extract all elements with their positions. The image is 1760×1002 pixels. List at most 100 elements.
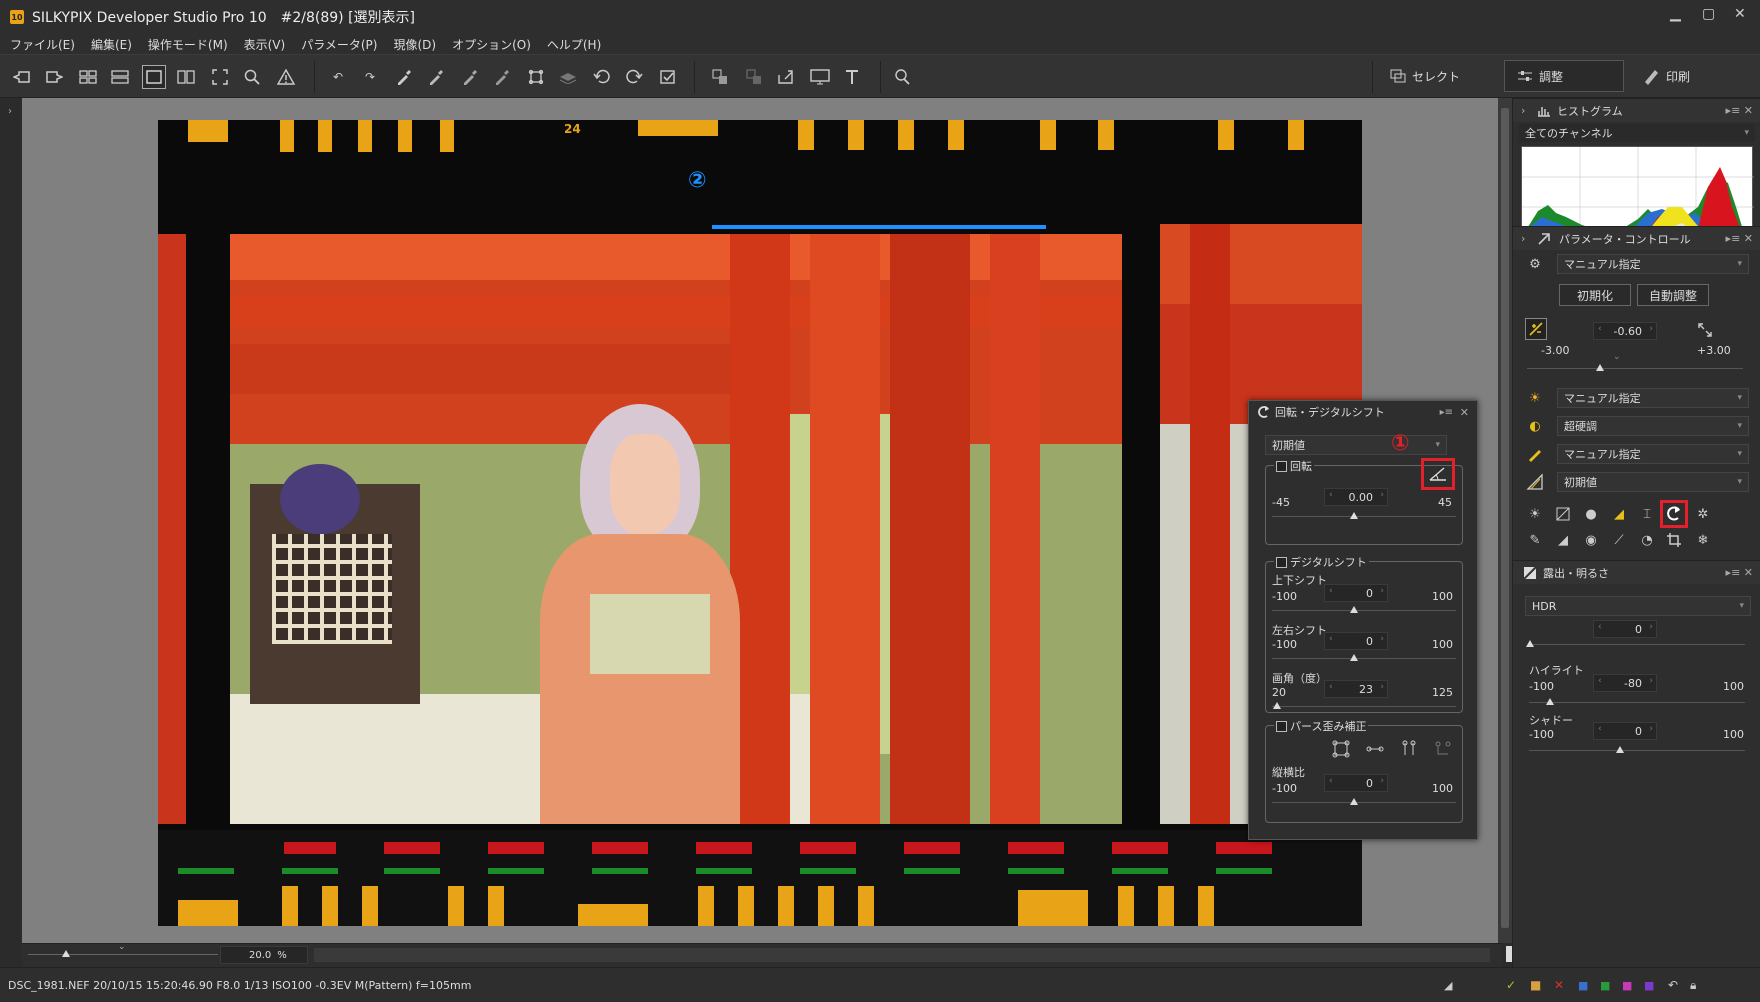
prev-image-icon[interactable] — [10, 65, 34, 89]
color-tool-icon[interactable]: ● — [1581, 504, 1601, 524]
brush-param-icon[interactable] — [490, 65, 514, 89]
rotate-tool-icon[interactable] — [1664, 504, 1684, 524]
zoom-slider[interactable] — [28, 954, 218, 955]
menu-mode[interactable]: 操作モード(M) — [148, 36, 228, 53]
view-angle-input[interactable]: ‹ 23 › — [1324, 680, 1388, 698]
menu-option[interactable]: オプション(O) — [452, 36, 531, 53]
highlight-slider[interactable] — [1529, 702, 1745, 703]
warning-icon[interactable] — [274, 65, 298, 89]
menu-develop[interactable]: 現像(D) — [393, 36, 436, 53]
batch-develop-icon[interactable] — [742, 65, 766, 89]
mode-select-tab[interactable]: セレクト — [1378, 60, 1498, 92]
histogram-panel-header[interactable]: › ヒストグラム ▸≡ ✕ — [1513, 98, 1760, 122]
rotate-slider-knob[interactable] — [1350, 512, 1358, 519]
rotate-slider[interactable] — [1272, 516, 1456, 517]
highlight-slider-knob[interactable] — [1546, 698, 1554, 705]
menu-file[interactable]: ファイル(E) — [10, 36, 75, 53]
reject-mark-icon[interactable]: ✕ — [1554, 978, 1564, 992]
exposure-bias-icon[interactable] — [1525, 318, 1547, 340]
trim-tool-icon[interactable]: ⌶ — [1637, 504, 1657, 524]
vertical-shift-knob[interactable] — [1350, 606, 1358, 613]
vertical-shift-input[interactable]: ‹ 0 › — [1324, 584, 1388, 602]
horizon-align-icon[interactable] — [1428, 464, 1448, 484]
pipette-icon[interactable] — [392, 65, 416, 89]
fullscreen-icon[interactable] — [208, 65, 232, 89]
digital-shift-checkbox[interactable] — [1276, 556, 1287, 568]
aspect-ratio-knob[interactable] — [1350, 798, 1358, 805]
undo-icon[interactable]: ↶ — [326, 65, 350, 89]
exposure-slider-knob[interactable] — [1596, 364, 1604, 371]
exposure-slider[interactable] — [1527, 368, 1743, 369]
retouch-tool-icon[interactable]: ✎ — [1525, 530, 1545, 550]
histogram-channel-select[interactable]: 全てのチャンネル ▾ — [1519, 124, 1755, 142]
panel-menu-icon[interactable]: ▸≡ ✕ — [1726, 566, 1753, 579]
menu-edit[interactable]: 編集(E) — [91, 36, 132, 53]
hdr-value-input[interactable]: ‹ 0 › — [1593, 620, 1657, 638]
color-label-blue-icon[interactable]: ■ — [1578, 979, 1588, 992]
left-collapse-strip[interactable]: › — [0, 98, 22, 967]
color-label-green-icon[interactable]: ■ — [1600, 979, 1610, 992]
copy-param-icon[interactable] — [424, 65, 448, 89]
gradient-tool-icon[interactable]: ◢ — [1553, 530, 1573, 550]
mode-print-tab[interactable]: 印刷 — [1630, 60, 1750, 92]
menu-help[interactable]: ヘルプ(H) — [547, 36, 601, 53]
noise-reduction-select[interactable]: 初期値 ▾ — [1557, 472, 1749, 492]
color-label-pink-icon[interactable]: ■ — [1622, 979, 1632, 992]
expand-icon[interactable] — [1695, 320, 1715, 340]
list-view-icon[interactable] — [108, 65, 132, 89]
parameter-control-header[interactable]: › パラメータ・コントロール ▸≡ ✕ — [1513, 226, 1760, 250]
grid-view-icon[interactable] — [76, 65, 100, 89]
perspective-corner-icon[interactable] — [1332, 740, 1350, 758]
horizontal-shift-slider[interactable] — [1272, 658, 1456, 659]
sharpen-tool-icon[interactable]: ◢ — [1609, 504, 1629, 524]
auto-adjust-button[interactable]: 自動調整 — [1637, 284, 1709, 306]
panel-menu-icon[interactable]: ▸≡ ✕ — [1726, 232, 1753, 245]
dialog-title-bar[interactable]: 回転・デジタルシフト ▸≡ ✕ — [1249, 401, 1477, 423]
rotate-right-icon[interactable] — [622, 65, 646, 89]
develop-status-icon[interactable]: ◢ — [1444, 979, 1452, 992]
menu-parameter[interactable]: パラメータ(P) — [301, 36, 377, 53]
checkbox-icon[interactable] — [656, 65, 680, 89]
aspect-ratio-slider[interactable] — [1272, 802, 1456, 803]
zoom-icon[interactable] — [240, 65, 264, 89]
zoom-slider-knob[interactable] — [62, 950, 70, 957]
rotate-checkbox[interactable] — [1276, 460, 1287, 472]
shadow-slider[interactable] — [1529, 750, 1745, 751]
undo-mark-icon[interactable]: ↶ — [1668, 978, 1678, 992]
param-preset-select[interactable]: マニュアル指定 ▾ — [1557, 254, 1749, 274]
compare-view-icon[interactable] — [174, 65, 198, 89]
panel-menu-icon[interactable]: ▸≡ ✕ — [1726, 104, 1753, 117]
minimize-button[interactable]: ▁ — [1670, 6, 1681, 22]
view-angle-slider[interactable] — [1272, 706, 1456, 707]
paste-param-icon[interactable] — [458, 65, 482, 89]
curve-tool-icon[interactable] — [1553, 504, 1573, 524]
exposure-panel-header[interactable]: 露出・明るさ ▸≡ ✕ — [1513, 560, 1760, 584]
exposure-tool-icon[interactable]: ☀ — [1525, 504, 1545, 524]
rotate-value-input[interactable]: ‹ 0.00 › — [1324, 488, 1388, 506]
exposure-bias-input[interactable]: ‹ -0.60 › — [1593, 322, 1657, 340]
dialog-close-icon[interactable]: ✕ — [1460, 406, 1469, 419]
shadow-slider-knob[interactable] — [1616, 746, 1624, 753]
spot-tool-icon[interactable]: ◔ — [1637, 530, 1657, 550]
exposure-mode-select[interactable]: HDR ▾ — [1525, 596, 1751, 616]
stamp-icon[interactable] — [840, 65, 864, 89]
viewer-vertical-scrollbar[interactable] — [1498, 98, 1512, 943]
aspect-ratio-input[interactable]: ‹ 0 › — [1324, 774, 1388, 792]
settings-tool-icon[interactable]: ✲ — [1693, 504, 1713, 524]
shadow-input[interactable]: ‹ 0 › — [1593, 722, 1657, 740]
crop-frame-icon[interactable] — [524, 65, 548, 89]
preview-image[interactable]: 24 ② — [158, 120, 1362, 926]
crop-tool-icon[interactable] — [1664, 530, 1684, 550]
maximize-button[interactable]: ▢ — [1702, 6, 1715, 22]
chevron-right-icon[interactable]: › — [8, 106, 12, 117]
export-icon[interactable] — [774, 65, 798, 89]
perspective-vertical-icon[interactable] — [1400, 740, 1418, 758]
scrollbar-thumb[interactable] — [1501, 108, 1509, 928]
white-balance-select[interactable]: マニュアル指定 ▾ — [1557, 388, 1749, 408]
perspective-auto-icon[interactable] — [1434, 740, 1452, 758]
perspective-checkbox[interactable] — [1276, 720, 1287, 732]
dialog-menu-icon[interactable]: ▸≡ — [1440, 407, 1453, 418]
menu-view[interactable]: 表示(V) — [244, 36, 286, 53]
single-view-icon[interactable] — [142, 65, 166, 89]
layers-icon[interactable] — [556, 65, 580, 89]
